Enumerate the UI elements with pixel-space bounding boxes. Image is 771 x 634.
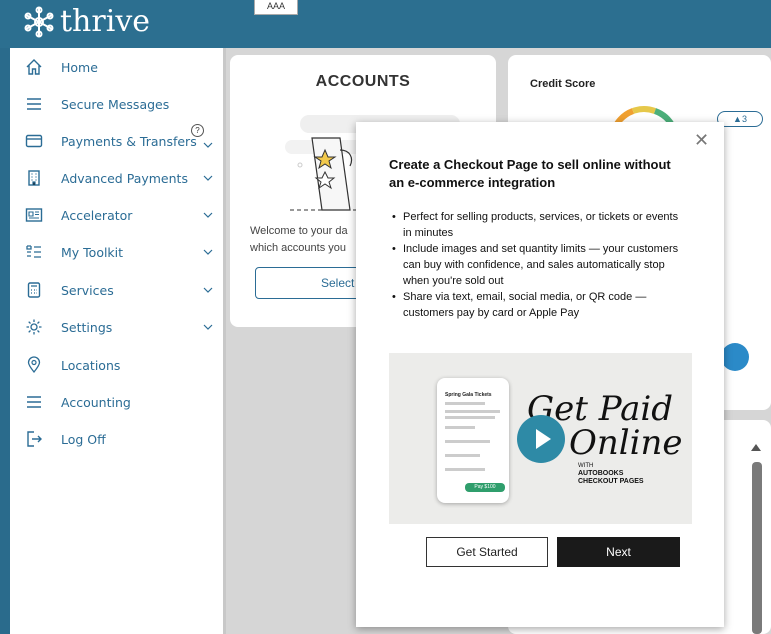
phone-line [445,410,500,413]
help-icon[interactable]: ? [191,124,204,137]
logout-icon [24,429,44,449]
thrive-logo[interactable]: thrive [22,4,150,39]
menu-lines-icon [24,94,44,114]
chevron-down-icon [203,287,213,293]
phone-line [445,468,485,471]
divider [223,48,226,634]
sidebar-item-my-toolkit[interactable]: My Toolkit [10,237,223,267]
phone-heading: Spring Gala Tickets [445,392,492,398]
phone-mockup: Spring Gala Tickets Pay $100 [437,378,509,503]
accounts-title: ACCOUNTS [315,73,411,90]
chevron-down-icon [203,142,213,148]
video-script-line2: Online [569,423,683,463]
sidebar-item-label: Advanced Payments [61,170,188,186]
card-icon [24,131,44,151]
next-button[interactable]: Next [557,537,680,567]
sidebar-item-label: Accelerator [61,207,133,223]
scroll-up-arrow-icon[interactable] [751,444,761,451]
bullet-item: Include images and set quantity limits —… [389,241,689,289]
phone-line [445,402,485,405]
video-with-text: WITH [578,463,594,469]
sidebar-item-locations[interactable]: Locations [10,350,223,380]
sidebar-item-label: Accounting [61,394,131,410]
select-button-label: Select [321,276,355,290]
gear-icon [24,317,44,337]
sidebar-item-label: Log Off [61,431,106,447]
newspaper-icon [24,205,44,225]
building-icon [24,168,44,188]
phone-line [445,416,495,419]
top-tooltip-box: AAA [254,0,298,15]
location-pin-icon [24,355,44,375]
phone-pay-button: Pay $100 [465,483,505,492]
accounts-text-line: Welcome to your da [250,225,348,237]
sidebar-item-label: Services [61,282,114,298]
logo-text: thrive [60,4,151,39]
snowflake-logo-icon [24,6,54,37]
get-started-button[interactable]: Get Started [426,537,548,567]
home-icon [24,57,44,77]
video-subtitle: AUTOBOOKS CHECKOUT PAGES [578,470,644,486]
calculator-icon [24,280,44,300]
phone-line [445,454,480,457]
accounts-welcome-text: Welcome to your da which accounts you [250,223,348,257]
sidebar-item-advanced-payments[interactable]: Advanced Payments [10,163,223,193]
sidebar-item-accounting[interactable]: Accounting [10,387,223,417]
left-edge-strip [0,48,10,634]
promo-video[interactable]: Spring Gala Tickets Pay $100 Get Paid On… [389,353,692,524]
list-icon [24,242,44,262]
sidebar-item-services[interactable]: Services [10,275,223,305]
chevron-down-icon [203,324,213,330]
sidebar-item-accelerator[interactable]: Accelerator [10,200,223,230]
handshake-icon[interactable] [721,343,749,371]
accounts-text-line: which accounts you [250,242,346,254]
video-subtitle-line: CHECKOUT PAGES [578,478,644,485]
sidebar-item-secure-messages[interactable]: Secure Messages [10,89,223,119]
sidebar-item-label: Locations [61,357,121,373]
sidebar: Home Secure Messages Payments & Transfer… [10,48,223,634]
modal-title: Create a Checkout Page to sell online wi… [389,157,671,190]
bullet-item: Perfect for selling products, services, … [389,209,689,241]
video-subtitle-line: AUTOBOOKS [578,470,624,477]
credit-score-title: Credit Score [530,78,596,90]
chevron-down-icon [203,175,213,181]
phone-line [445,440,490,443]
sidebar-item-settings[interactable]: Settings [10,312,223,342]
badge-count: 3 [741,114,747,124]
menu-lines-icon [24,392,44,412]
scrollbar-thumb[interactable] [752,462,762,634]
bullet-item: Share via text, email, social media, or … [389,289,689,321]
chevron-down-icon [203,212,213,218]
sidebar-item-label: Secure Messages [61,96,170,112]
top-header: thrive [0,0,771,48]
sidebar-item-label: Payments & Transfers [61,133,197,149]
modal-bullet-list: Perfect for selling products, services, … [389,209,689,321]
checkout-modal: ✕ Create a Checkout Page to sell online … [356,122,724,627]
phone-line [445,426,475,429]
sidebar-item-home[interactable]: Home [10,52,223,82]
sidebar-item-label: Settings [61,319,113,335]
close-icon[interactable]: ✕ [694,130,709,151]
sidebar-item-label: Home [61,59,98,75]
chevron-down-icon [203,249,213,255]
play-icon[interactable] [517,415,565,463]
sidebar-item-label: My Toolkit [61,244,124,260]
sidebar-item-log-off[interactable]: Log Off [10,424,223,454]
